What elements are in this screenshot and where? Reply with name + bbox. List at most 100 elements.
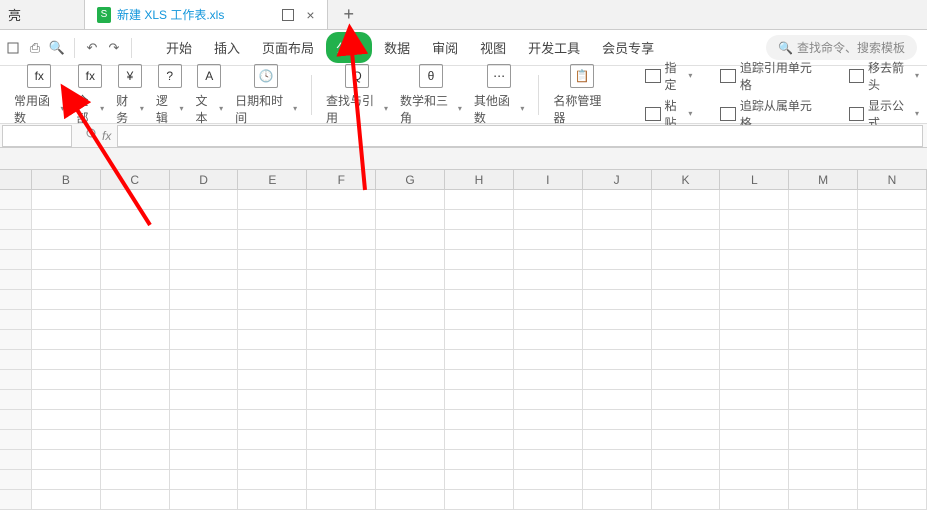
cell[interactable]	[101, 370, 170, 389]
cell[interactable]	[514, 230, 583, 249]
cell[interactable]	[238, 190, 307, 209]
cell[interactable]	[720, 290, 789, 309]
cell[interactable]	[307, 270, 376, 289]
cell[interactable]	[238, 490, 307, 509]
cell[interactable]	[376, 330, 445, 349]
cell[interactable]	[170, 210, 239, 229]
cell[interactable]	[376, 390, 445, 409]
cell[interactable]	[376, 290, 445, 309]
cell[interactable]	[514, 210, 583, 229]
tool-7[interactable]: θ数学和三角▾	[394, 64, 468, 126]
cell[interactable]	[170, 410, 239, 429]
col-header-G[interactable]: G	[376, 170, 445, 189]
col-header-E[interactable]: E	[238, 170, 307, 189]
cell[interactable]	[583, 290, 652, 309]
tool-6[interactable]: Q查找与引用▾	[320, 64, 394, 126]
cell[interactable]	[789, 410, 858, 429]
cell[interactable]	[307, 210, 376, 229]
cell[interactable]	[514, 490, 583, 509]
cell[interactable]	[238, 270, 307, 289]
cell[interactable]	[101, 230, 170, 249]
cell[interactable]	[720, 230, 789, 249]
cell[interactable]	[170, 230, 239, 249]
cell[interactable]	[583, 210, 652, 229]
cell[interactable]	[720, 370, 789, 389]
cell[interactable]	[789, 350, 858, 369]
cell[interactable]	[514, 450, 583, 469]
fx-icon[interactable]: fx	[102, 129, 111, 143]
cell[interactable]	[101, 250, 170, 269]
cell[interactable]	[445, 470, 514, 489]
tool-5[interactable]: 🕓日期和时间▾	[229, 64, 303, 126]
corner[interactable]	[0, 170, 32, 189]
cell[interactable]	[583, 430, 652, 449]
cell[interactable]	[32, 310, 101, 329]
cell[interactable]	[858, 490, 927, 509]
cell[interactable]	[376, 470, 445, 489]
cell[interactable]	[307, 410, 376, 429]
tool-0[interactable]: fx常用函数▾	[8, 64, 71, 126]
print-icon[interactable]: ⎙	[26, 39, 44, 57]
cell[interactable]	[238, 290, 307, 309]
cell[interactable]	[652, 290, 721, 309]
menu-tab-4[interactable]: 数据	[374, 32, 420, 63]
cell[interactable]	[445, 450, 514, 469]
cell[interactable]	[514, 390, 583, 409]
cell[interactable]	[789, 370, 858, 389]
doc-icon[interactable]	[4, 39, 22, 57]
cell[interactable]	[376, 270, 445, 289]
cell[interactable]	[101, 350, 170, 369]
cell[interactable]	[307, 290, 376, 309]
tool-right-item[interactable]: 追踪引用单元格	[720, 59, 820, 93]
cell[interactable]	[583, 390, 652, 409]
cell[interactable]	[445, 370, 514, 389]
cell[interactable]	[170, 390, 239, 409]
redo-icon[interactable]: ↷	[105, 39, 123, 57]
cell[interactable]	[858, 370, 927, 389]
col-header-H[interactable]: H	[445, 170, 514, 189]
cell[interactable]	[445, 430, 514, 449]
cell[interactable]	[101, 310, 170, 329]
cell[interactable]	[445, 350, 514, 369]
cell[interactable]	[170, 190, 239, 209]
cell[interactable]	[238, 350, 307, 369]
cell[interactable]	[307, 230, 376, 249]
cell[interactable]	[652, 190, 721, 209]
cell[interactable]	[101, 390, 170, 409]
cell[interactable]	[583, 350, 652, 369]
cell[interactable]	[32, 290, 101, 309]
cell[interactable]	[720, 250, 789, 269]
cell[interactable]	[858, 290, 927, 309]
cell[interactable]	[32, 330, 101, 349]
cell[interactable]	[170, 350, 239, 369]
cell[interactable]	[858, 310, 927, 329]
cell[interactable]	[307, 370, 376, 389]
cell[interactable]	[445, 390, 514, 409]
cell[interactable]	[376, 210, 445, 229]
cell[interactable]	[238, 390, 307, 409]
cell[interactable]	[376, 190, 445, 209]
col-header-F[interactable]: F	[307, 170, 376, 189]
cell[interactable]	[307, 330, 376, 349]
cell[interactable]	[583, 410, 652, 429]
cell[interactable]	[32, 450, 101, 469]
cell[interactable]	[583, 250, 652, 269]
cell[interactable]	[720, 410, 789, 429]
cell[interactable]	[720, 430, 789, 449]
cell[interactable]	[32, 430, 101, 449]
cell[interactable]	[652, 310, 721, 329]
cell[interactable]	[376, 310, 445, 329]
cell[interactable]	[238, 330, 307, 349]
cell[interactable]	[376, 350, 445, 369]
cell[interactable]	[101, 470, 170, 489]
cell[interactable]	[652, 370, 721, 389]
menu-tab-5[interactable]: 审阅	[422, 32, 468, 63]
cell[interactable]	[101, 450, 170, 469]
cell[interactable]	[652, 270, 721, 289]
cell[interactable]	[307, 310, 376, 329]
cell[interactable]	[514, 310, 583, 329]
new-tab-button[interactable]: +	[328, 4, 371, 25]
cell[interactable]	[858, 390, 927, 409]
cell[interactable]	[789, 330, 858, 349]
menu-tab-3[interactable]: 公式	[326, 32, 372, 63]
